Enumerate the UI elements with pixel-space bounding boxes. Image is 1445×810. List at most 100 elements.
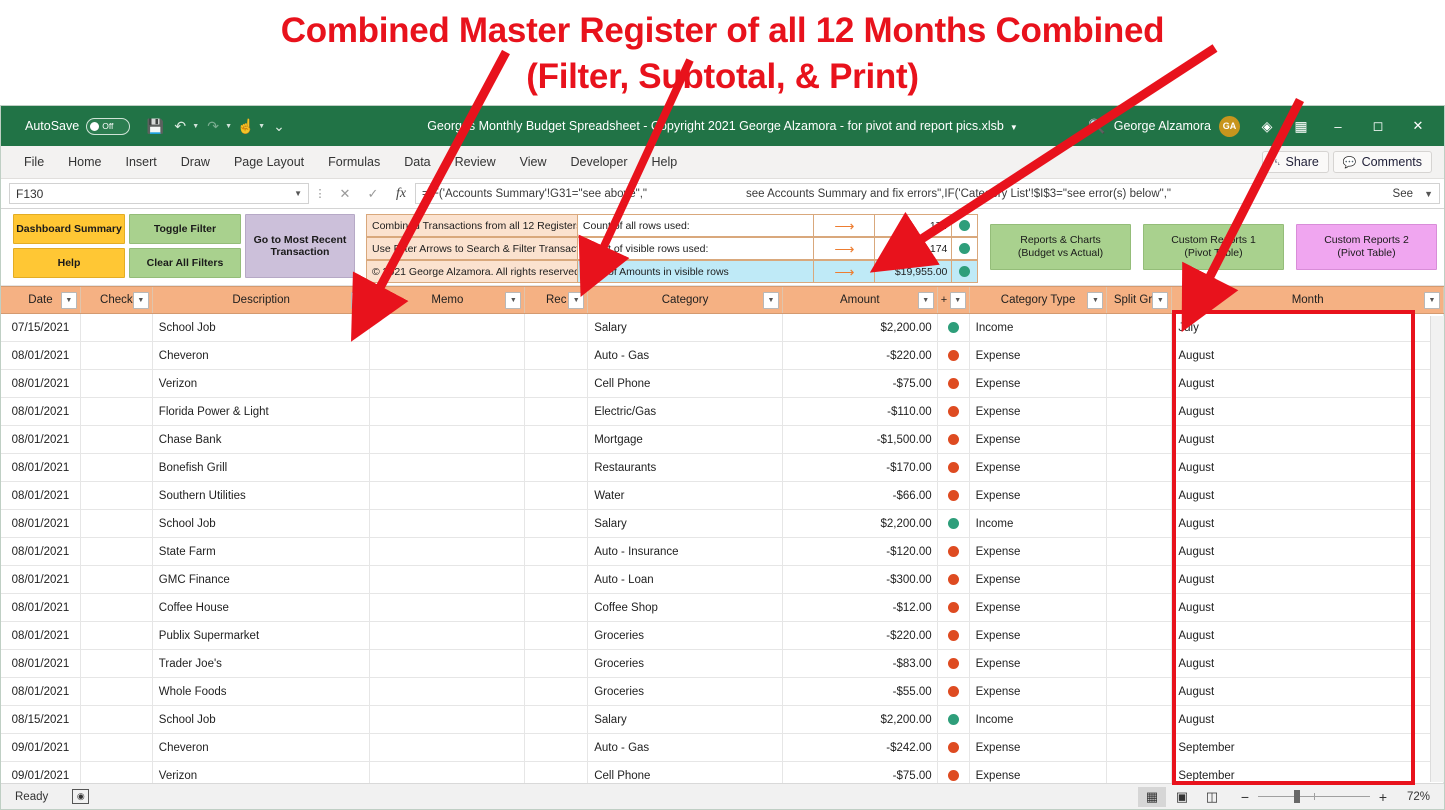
formula-bar-expander[interactable]: ⋮ [309,187,331,200]
cell-description[interactable]: Cheveron [153,342,371,369]
insert-function-icon[interactable]: fx [387,186,415,202]
cell-category[interactable]: Groceries [588,678,783,705]
cell-rec[interactable] [525,538,589,565]
cell-status-dot[interactable] [938,342,970,369]
cell-date[interactable]: 09/01/2021 [1,734,81,761]
cell-description[interactable]: Southern Utilities [153,482,371,509]
cell-rec[interactable] [525,510,589,537]
cell-split-group[interactable] [1107,650,1173,677]
cell-memo[interactable] [370,482,526,509]
cell-category-type[interactable]: Expense [970,426,1108,453]
tab-view[interactable]: View [509,151,558,173]
filter-arrow-date-icon[interactable]: ▼ [60,292,77,309]
cell-description[interactable]: Whole Foods [153,678,371,705]
formula-bar-expand-icon[interactable]: ▼ [1424,189,1433,199]
cell-category[interactable]: Groceries [588,622,783,649]
cell-date[interactable]: 08/01/2021 [1,566,81,593]
cell-description[interactable]: Cheveron [153,734,371,761]
restore-icon[interactable]: ◻ [1358,111,1398,141]
cell-split-group[interactable] [1107,594,1173,621]
cell-amount[interactable]: -$83.00 [783,650,938,677]
column-header-rec[interactable]: Rec ▼ [525,287,589,313]
cell-category[interactable]: Restaurants [588,454,783,481]
cell-description[interactable]: Florida Power & Light [153,398,371,425]
cell-rec[interactable] [525,482,589,509]
cell-amount[interactable]: $2,200.00 [783,510,938,537]
cell-description[interactable]: Chase Bank [153,426,371,453]
cell-memo[interactable] [370,342,526,369]
cell-status-dot[interactable] [938,678,970,705]
cell-category-type[interactable]: Expense [970,650,1108,677]
filter-arrow-category-icon[interactable]: ▼ [762,292,779,309]
cell-category[interactable]: Salary [588,706,783,733]
cell-rec[interactable] [525,734,589,761]
cell-status-dot[interactable] [938,370,970,397]
filter-arrow-rec-icon[interactable]: ▼ [568,292,585,309]
cell-description[interactable]: Coffee House [153,594,371,621]
filter-arrow-month-icon[interactable]: ▼ [1424,292,1440,309]
cell-split-group[interactable] [1107,706,1173,733]
dashboard-summary-button[interactable]: Dashboard Summary [13,214,125,244]
cell-description[interactable]: Bonefish Grill [153,454,371,481]
cell-date[interactable]: 08/01/2021 [1,510,81,537]
column-header-description[interactable]: Description ▼ [152,287,371,313]
share-button[interactable]: ␇ Share [1261,151,1329,173]
cell-check[interactable] [81,398,153,425]
cell-memo[interactable] [370,398,526,425]
clear-all-filters-button[interactable]: Clear All Filters [129,248,241,278]
filter-arrow-check-icon[interactable]: ▼ [132,292,149,309]
cell-check[interactable] [81,678,153,705]
cell-rec[interactable] [525,426,589,453]
formula-input[interactable]: =IF('Accounts Summary'!G31="see above","… [415,183,1440,204]
cell-memo[interactable] [370,622,526,649]
cell-status-dot[interactable] [938,510,970,537]
help-button[interactable]: Help [13,248,125,278]
cell-check[interactable] [81,706,153,733]
cell-date[interactable]: 08/01/2021 [1,622,81,649]
tab-home[interactable]: Home [57,151,112,173]
tab-draw[interactable]: Draw [170,151,221,173]
autosave-control[interactable]: AutoSave Off [25,117,131,135]
tab-review[interactable]: Review [444,151,507,173]
cell-check[interactable] [81,538,153,565]
name-box[interactable]: F130 ▼ [9,183,309,204]
cell-category-type[interactable]: Expense [970,538,1108,565]
cell-check[interactable] [81,426,153,453]
zoom-slider-thumb[interactable] [1294,790,1300,803]
filter-arrow-description-icon[interactable]: ▼ [350,292,367,309]
cell-category[interactable]: Electric/Gas [588,398,783,425]
cell-status-dot[interactable] [938,482,970,509]
normal-view-icon[interactable]: ▦ [1138,786,1166,807]
cell-date[interactable]: 08/01/2021 [1,370,81,397]
cell-date[interactable]: 08/01/2021 [1,426,81,453]
cell-memo[interactable] [370,314,526,341]
cell-category[interactable]: Groceries [588,650,783,677]
cell-category-type[interactable]: Income [970,510,1108,537]
cell-category-type[interactable]: Expense [970,734,1108,761]
column-header-date[interactable]: Date ▼ [1,287,81,313]
cell-amount[interactable]: -$1,500.00 [783,426,938,453]
cell-status-dot[interactable] [938,398,970,425]
cell-rec[interactable] [525,370,589,397]
column-header-memo[interactable]: Memo ▼ [370,287,526,313]
redo-dropdown-icon[interactable]: ▼ [225,123,232,130]
cell-amount[interactable]: -$300.00 [783,566,938,593]
go-to-most-recent-transaction-button[interactable]: Go to Most Recent Transaction [245,214,355,278]
cell-check[interactable] [81,482,153,509]
undo-icon[interactable]: ↶ [169,115,191,137]
cell-category[interactable]: Auto - Loan [588,566,783,593]
cell-rec[interactable] [525,706,589,733]
cell-status-dot[interactable] [938,538,970,565]
autosave-toggle[interactable]: Off [86,117,131,135]
user-name[interactable]: George Alzamora [1114,119,1211,133]
cell-amount[interactable]: $2,200.00 [783,706,938,733]
cell-memo[interactable] [370,426,526,453]
tab-help[interactable]: Help [641,151,689,173]
cell-rec[interactable] [525,566,589,593]
cell-amount[interactable]: -$110.00 [783,398,938,425]
cell-check[interactable] [81,454,153,481]
cell-status-dot[interactable] [938,426,970,453]
cell-amount[interactable]: -$12.00 [783,594,938,621]
zoom-in-button[interactable]: + [1376,789,1390,805]
cell-memo[interactable] [370,454,526,481]
